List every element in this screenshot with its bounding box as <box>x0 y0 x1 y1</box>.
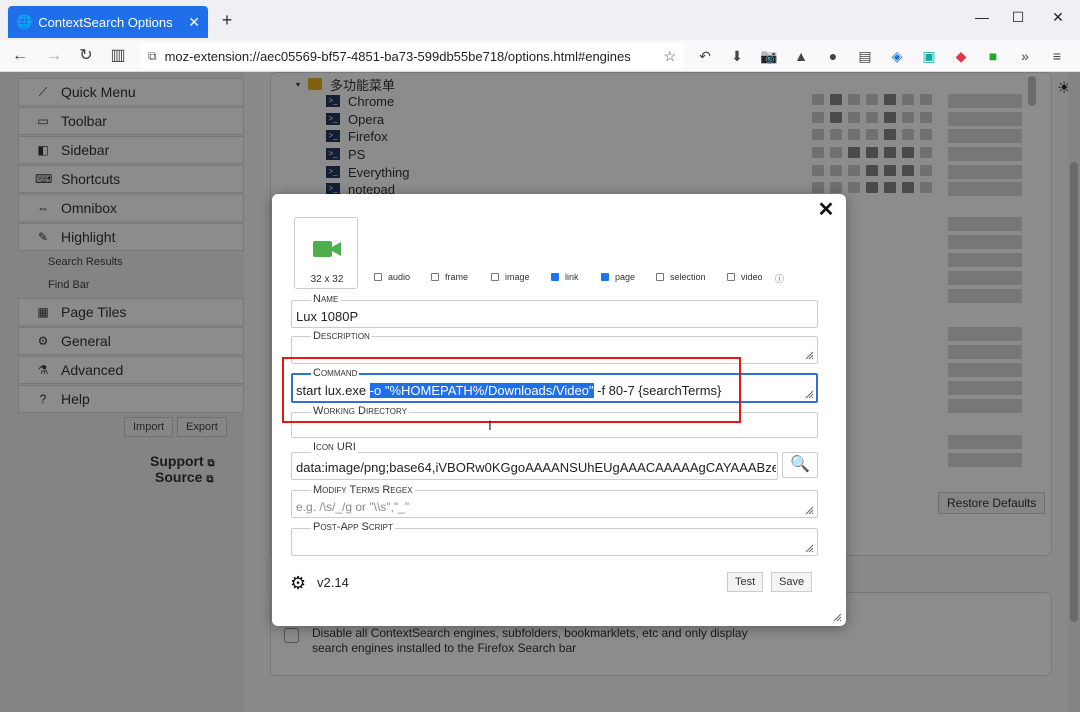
save-button[interactable]: Save <box>771 572 813 592</box>
undo-close-tab-icon[interactable]: ↶ <box>694 45 716 67</box>
resize-grip-icon[interactable] <box>804 505 814 515</box>
hamburger-menu-icon[interactable]: ≡ <box>1046 45 1068 67</box>
resize-grip-icon[interactable] <box>804 543 814 553</box>
context-selection[interactable]: selection <box>656 272 706 282</box>
pocket-icon[interactable]: ◆ <box>950 45 972 67</box>
context-page[interactable]: page <box>601 272 635 282</box>
name-label: Name <box>311 293 341 305</box>
version-label: v2.14 <box>317 575 349 590</box>
resize-grip-icon[interactable] <box>804 389 814 399</box>
tab-title: ContextSearch Options <box>38 14 173 30</box>
circle-extension-icon[interactable]: ● <box>822 45 844 67</box>
name-value: Lux 1080P <box>296 309 359 324</box>
text-cursor-icon: I <box>488 417 492 433</box>
globe-icon: 🌐 <box>16 14 33 29</box>
close-icon[interactable]: ✕ <box>816 200 836 220</box>
highlight-annotation-box <box>282 357 741 423</box>
resize-grip-icon[interactable] <box>804 350 814 360</box>
context-video[interactable]: video <box>727 272 763 282</box>
context-video-checkbox[interactable] <box>727 273 735 281</box>
context-image-checkbox[interactable] <box>491 273 499 281</box>
engine-icon-preview[interactable]: 32 x 32 <box>294 217 358 289</box>
settings-gear-icon[interactable]: ⚙ <box>290 573 306 594</box>
icon-uri-label: Icon URI <box>311 441 358 453</box>
icon-uri-value: data:image/png;base64,iVBORw0KGgoAAAANSU… <box>296 460 776 475</box>
close-window-button[interactable]: ✕ <box>1040 6 1076 30</box>
regex-placeholder: e.g. /\s/_/g or "\\s","_" <box>296 500 410 514</box>
context-audio-checkbox[interactable] <box>374 273 382 281</box>
back-icon[interactable]: ← <box>8 44 32 68</box>
post-app-script-label: Post-App Script <box>311 521 395 533</box>
dialog-resize-grip-icon[interactable] <box>832 612 842 622</box>
maximize-button[interactable]: ☐ <box>1000 6 1036 30</box>
test-button[interactable]: Test <box>727 572 764 592</box>
modify-terms-regex-label: Modify Terms Regex <box>311 484 415 496</box>
rocket-icon[interactable]: ▲ <box>790 45 812 67</box>
navigation-toolbar: ← → ↻ ▥ ⧉ moz-extension://aec05569-bf57-… <box>0 40 1080 72</box>
extension-icon[interactable]: ■ <box>982 45 1004 67</box>
overflow-menu-icon[interactable]: » <box>1014 45 1036 67</box>
context-link-checkbox[interactable] <box>551 273 559 281</box>
search-icon: 🔍 <box>790 456 810 473</box>
title-bar: 🌐 ContextSearch Options ✕ + — ☐ ✕ <box>0 0 1080 40</box>
tab-contextsearch-options[interactable]: 🌐 ContextSearch Options ✕ <box>8 6 208 38</box>
extension-page-icon: ⧉ <box>148 48 157 63</box>
address-bar[interactable]: ⧉ moz-extension://aec05569-bf57-4851-ba7… <box>140 43 684 69</box>
context-image[interactable]: image <box>491 272 530 282</box>
screenshot-icon[interactable]: 📷 <box>758 45 780 67</box>
video-camera-icon <box>313 241 341 257</box>
description-label: Description <box>311 330 372 342</box>
url-text: moz-extension://aec05569-bf57-4851-ba73-… <box>164 48 631 64</box>
close-tab-icon[interactable]: ✕ <box>188 15 200 29</box>
name-field[interactable] <box>291 300 818 328</box>
bookmark-star-icon[interactable]: ☆ <box>663 48 676 65</box>
search-icon-button[interactable]: 🔍 <box>782 452 818 478</box>
forward-icon[interactable]: → <box>42 44 66 68</box>
downloads-icon[interactable]: ⬇ <box>726 45 748 67</box>
reader-view-icon[interactable]: ▥ <box>106 44 130 68</box>
new-tab-button[interactable]: + <box>216 10 238 32</box>
icon-size-label: 32 x 32 <box>310 274 344 285</box>
context-frame-checkbox[interactable] <box>431 273 439 281</box>
context-frame[interactable]: frame <box>431 272 468 282</box>
reload-icon[interactable]: ↻ <box>74 44 98 68</box>
info-icon[interactable]: ⓘ <box>775 272 784 285</box>
context-audio[interactable]: audio <box>374 272 410 282</box>
context-page-checkbox[interactable] <box>601 273 609 281</box>
context-link[interactable]: link <box>551 272 579 282</box>
bitwarden-icon[interactable]: ◈ <box>886 45 908 67</box>
window-extension-icon[interactable]: ▤ <box>854 45 876 67</box>
minimize-button[interactable]: — <box>964 6 1000 30</box>
context-selection-checkbox[interactable] <box>656 273 664 281</box>
save-extension-icon[interactable]: ▣ <box>918 45 940 67</box>
